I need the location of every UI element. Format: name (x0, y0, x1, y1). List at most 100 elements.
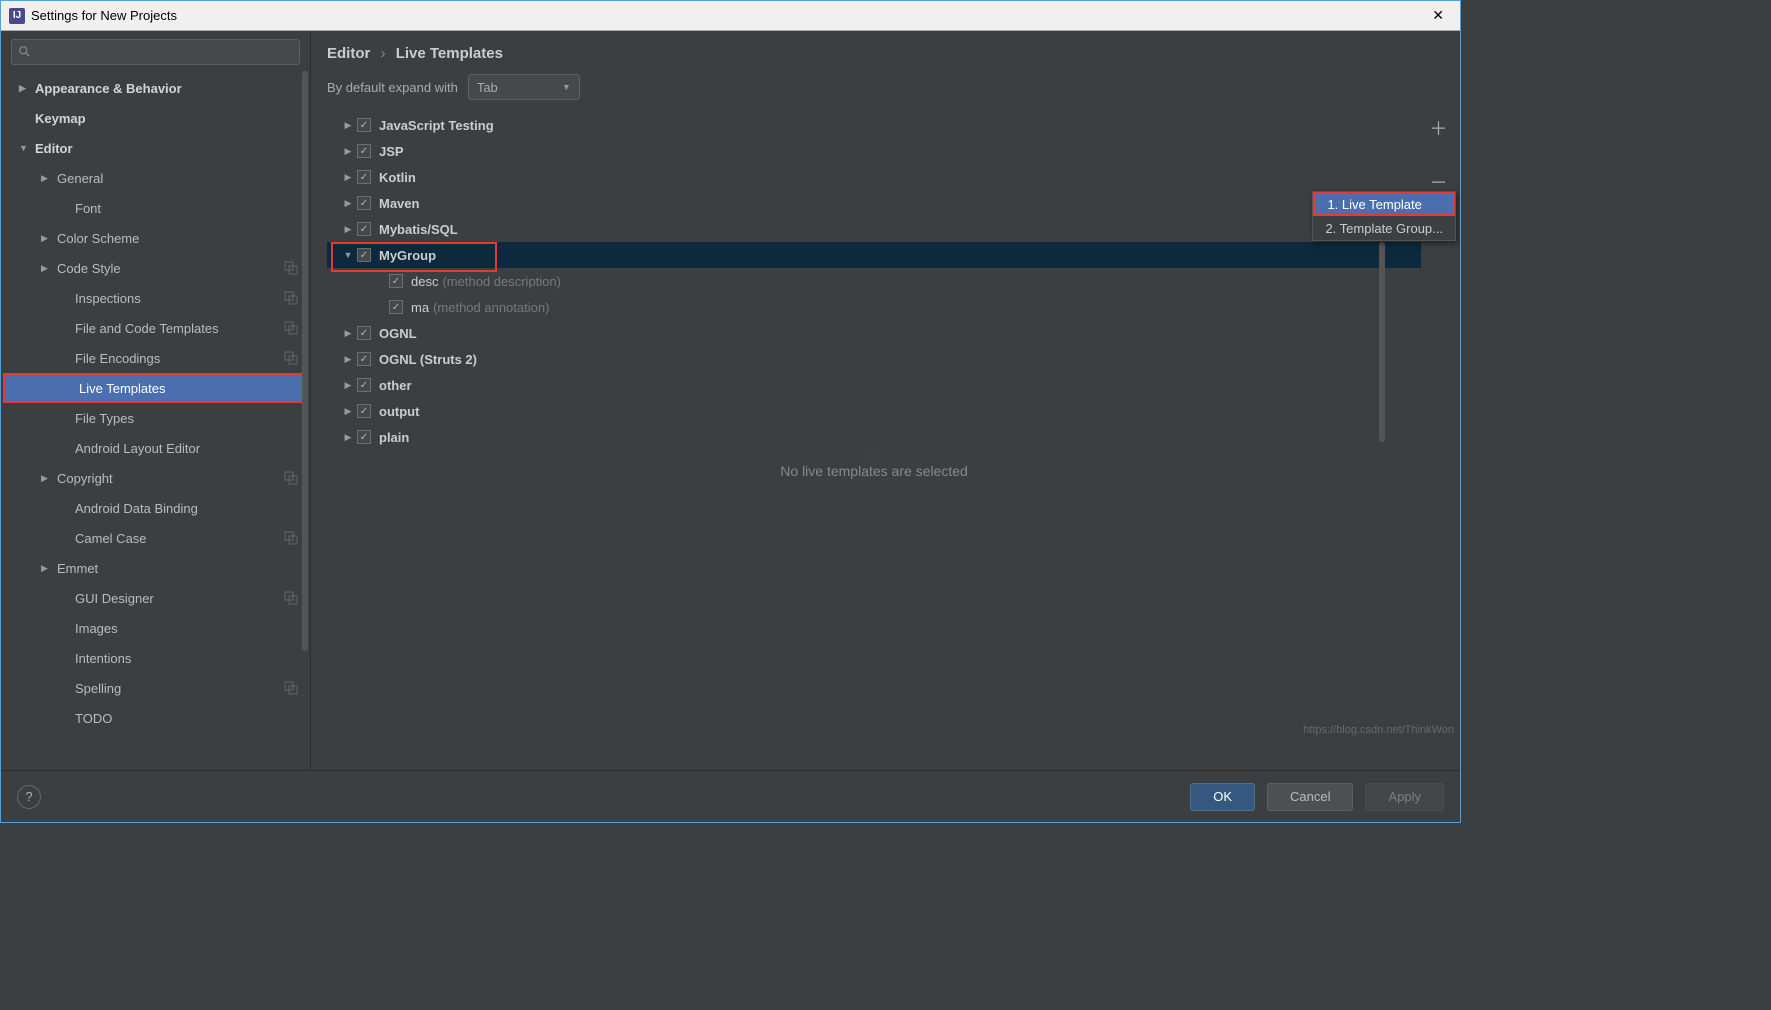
sidebar-scrollbar[interactable] (302, 71, 308, 651)
sidebar-item-live-templates[interactable]: Live Templates (3, 373, 308, 403)
template-group-ognl-struts-2-[interactable]: ▶✓OGNL (Struts 2) (327, 346, 1421, 372)
chevron-right-icon: ▶ (341, 198, 355, 209)
titlebar: IJ Settings for New Projects ✕ (1, 1, 1460, 31)
sidebar-item-android-data-binding[interactable]: Android Data Binding (1, 493, 310, 523)
template-abbr: desc (411, 274, 438, 289)
checkbox[interactable]: ✓ (389, 274, 403, 288)
checkbox[interactable]: ✓ (357, 222, 371, 236)
sidebar-item-label: Spelling (75, 681, 121, 696)
popup-item-1-live-template[interactable]: 1. Live Template (1313, 192, 1455, 216)
modified-icon (284, 261, 298, 275)
chevron-right-icon: ▶ (341, 354, 355, 365)
sidebar-item-android-layout-editor[interactable]: Android Layout Editor (1, 433, 310, 463)
sidebar-item-file-and-code-templates[interactable]: File and Code Templates (1, 313, 310, 343)
ok-button[interactable]: OK (1190, 783, 1255, 811)
app-icon: IJ (9, 8, 25, 24)
group-label: output (379, 404, 419, 419)
template-group-mygroup[interactable]: ▼✓MyGroup (327, 242, 1421, 268)
sidebar-item-label: Inspections (75, 291, 141, 306)
modified-icon (284, 351, 298, 365)
add-button[interactable]: ＋ (1427, 116, 1451, 140)
modified-icon (284, 321, 298, 335)
chevron-right-icon: ▶ (341, 120, 355, 131)
sidebar-item-label: Code Style (57, 261, 121, 276)
modified-icon (284, 471, 298, 485)
sidebar-item-appearance-behavior[interactable]: ▶Appearance & Behavior (1, 73, 310, 103)
sidebar-item-images[interactable]: Images (1, 613, 310, 643)
chevron-down-icon: ▼ (341, 250, 355, 260)
sidebar-item-gui-designer[interactable]: GUI Designer (1, 583, 310, 613)
checkbox[interactable]: ✓ (357, 378, 371, 392)
template-group-output[interactable]: ▶✓ output (327, 398, 1421, 424)
breadcrumb-editor[interactable]: Editor (327, 45, 370, 62)
template-group-javascript-testing[interactable]: ▶✓JavaScript Testing (327, 112, 1421, 138)
group-label: JSP (379, 144, 404, 159)
template-group-ognl[interactable]: ▶✓OGNL (327, 320, 1421, 346)
template-area: ▶✓JavaScript Testing▶✓JSP▶✓Kotlin▶✓Maven… (327, 112, 1456, 770)
modified-icon (284, 531, 298, 545)
sidebar-item-spelling[interactable]: Spelling (1, 673, 310, 703)
checkbox[interactable]: ✓ (357, 404, 371, 418)
template-group-other[interactable]: ▶✓other (327, 372, 1421, 398)
template-item-desc[interactable]: ✓desc (method description) (327, 268, 1421, 294)
checkbox[interactable]: ✓ (357, 326, 371, 340)
chevron-down-icon: ▼ (562, 82, 571, 92)
expand-value: Tab (477, 80, 498, 95)
sidebar-item-code-style[interactable]: ▶Code Style (1, 253, 310, 283)
template-group-jsp[interactable]: ▶✓JSP (327, 138, 1421, 164)
apply-button[interactable]: Apply (1365, 783, 1444, 811)
group-label: Mybatis/SQL (379, 222, 458, 237)
modified-icon (284, 681, 298, 695)
chevron-right-icon: ▶ (41, 173, 53, 184)
sidebar-item-todo[interactable]: TODO (1, 703, 310, 733)
checkbox[interactable]: ✓ (357, 170, 371, 184)
splitter-grip[interactable]: :::::: (327, 450, 1421, 463)
chevron-right-icon: ▶ (341, 406, 355, 417)
template-scrollbar[interactable] (1379, 242, 1385, 442)
chevron-right-icon: ▶ (41, 233, 53, 244)
expand-select[interactable]: Tab ▼ (468, 74, 580, 100)
template-group-kotlin[interactable]: ▶✓Kotlin (327, 164, 1421, 190)
sidebar-item-copyright[interactable]: ▶Copyright (1, 463, 310, 493)
sidebar-item-color-scheme[interactable]: ▶Color Scheme (1, 223, 310, 253)
sidebar-item-label: Android Layout Editor (75, 441, 200, 456)
search-input[interactable] (11, 39, 300, 65)
search-icon (18, 45, 32, 59)
checkbox[interactable]: ✓ (389, 300, 403, 314)
detail-pane: No live templates are selected (327, 463, 1421, 479)
cancel-button[interactable]: Cancel (1267, 783, 1353, 811)
sidebar-item-label: Copyright (57, 471, 113, 486)
chevron-right-icon: ▶ (41, 563, 53, 574)
checkbox[interactable]: ✓ (357, 118, 371, 132)
template-group-plain[interactable]: ▶✓plain (327, 424, 1421, 450)
sidebar-item-emmet[interactable]: ▶Emmet (1, 553, 310, 583)
footer: ? OK Cancel Apply (1, 770, 1460, 822)
checkbox[interactable]: ✓ (357, 196, 371, 210)
modified-icon (284, 591, 298, 605)
template-group-maven[interactable]: ▶✓ Maven (327, 190, 1421, 216)
sidebar-item-camel-case[interactable]: Camel Case (1, 523, 310, 553)
sidebar-item-file-encodings[interactable]: File Encodings (1, 343, 310, 373)
checkbox[interactable]: ✓ (357, 352, 371, 366)
checkbox[interactable]: ✓ (357, 430, 371, 444)
sidebar-item-intentions[interactable]: Intentions (1, 643, 310, 673)
sidebar-item-font[interactable]: Font (1, 193, 310, 223)
chevron-down-icon: ▼ (19, 143, 31, 153)
checkbox[interactable]: ✓ (357, 144, 371, 158)
template-abbr: ma (411, 300, 429, 315)
sidebar-item-general[interactable]: ▶ General (1, 163, 310, 193)
close-icon[interactable]: ✕ (1424, 7, 1452, 24)
help-button[interactable]: ? (17, 785, 41, 809)
checkbox[interactable]: ✓ (357, 248, 371, 262)
sidebar-item-label: Appearance & Behavior (35, 81, 182, 96)
sidebar-item-inspections[interactable]: Inspections (1, 283, 310, 313)
template-item-ma[interactable]: ✓ma (method annotation) (327, 294, 1421, 320)
sidebar-item-editor[interactable]: ▼Editor (1, 133, 310, 163)
popup-item-2-template-group-[interactable]: 2. Template Group... (1313, 216, 1455, 240)
sidebar-item-keymap[interactable]: Keymap (1, 103, 310, 133)
sidebar-item-label: General (57, 171, 103, 186)
sidebar-item-file-types[interactable]: File Types (1, 403, 310, 433)
template-group-mybatis-sql[interactable]: ▶✓Mybatis/SQL (327, 216, 1421, 242)
group-label: Maven (379, 196, 419, 211)
sidebar-item-label: TODO (75, 711, 112, 726)
